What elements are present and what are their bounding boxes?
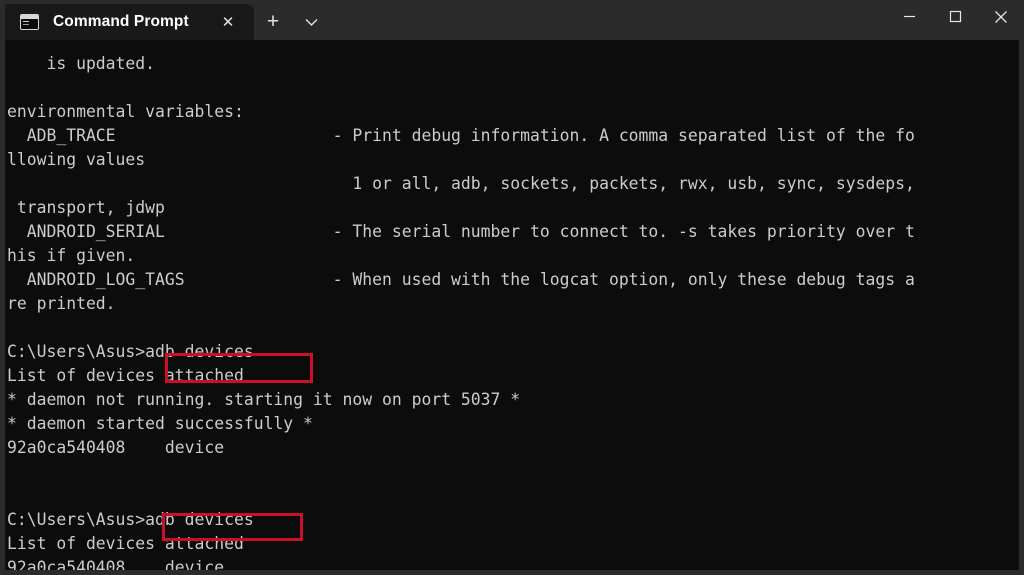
title-bar: Command Prompt ✕ + — [5, 0, 1019, 40]
command-prompt-window: Command Prompt ✕ + is updated. environme… — [0, 0, 1024, 575]
window-controls — [886, 0, 1019, 40]
terminal-window-icon — [20, 14, 39, 30]
chevron-down-icon[interactable] — [292, 4, 330, 40]
tab-title-label: Command Prompt — [53, 13, 189, 30]
terminal-text: is updated. environmental variables: ADB… — [7, 54, 915, 570]
tab-command-prompt[interactable]: Command Prompt ✕ — [5, 4, 254, 40]
close-window-button[interactable] — [978, 0, 1019, 33]
new-tab-button[interactable]: + — [254, 4, 292, 40]
maximize-button[interactable] — [932, 0, 978, 33]
minimize-button[interactable] — [886, 0, 932, 33]
tab-strip: Command Prompt ✕ + — [5, 0, 330, 40]
terminal-output-area[interactable]: is updated. environmental variables: ADB… — [5, 40, 1019, 570]
close-tab-icon[interactable]: ✕ — [216, 10, 240, 34]
